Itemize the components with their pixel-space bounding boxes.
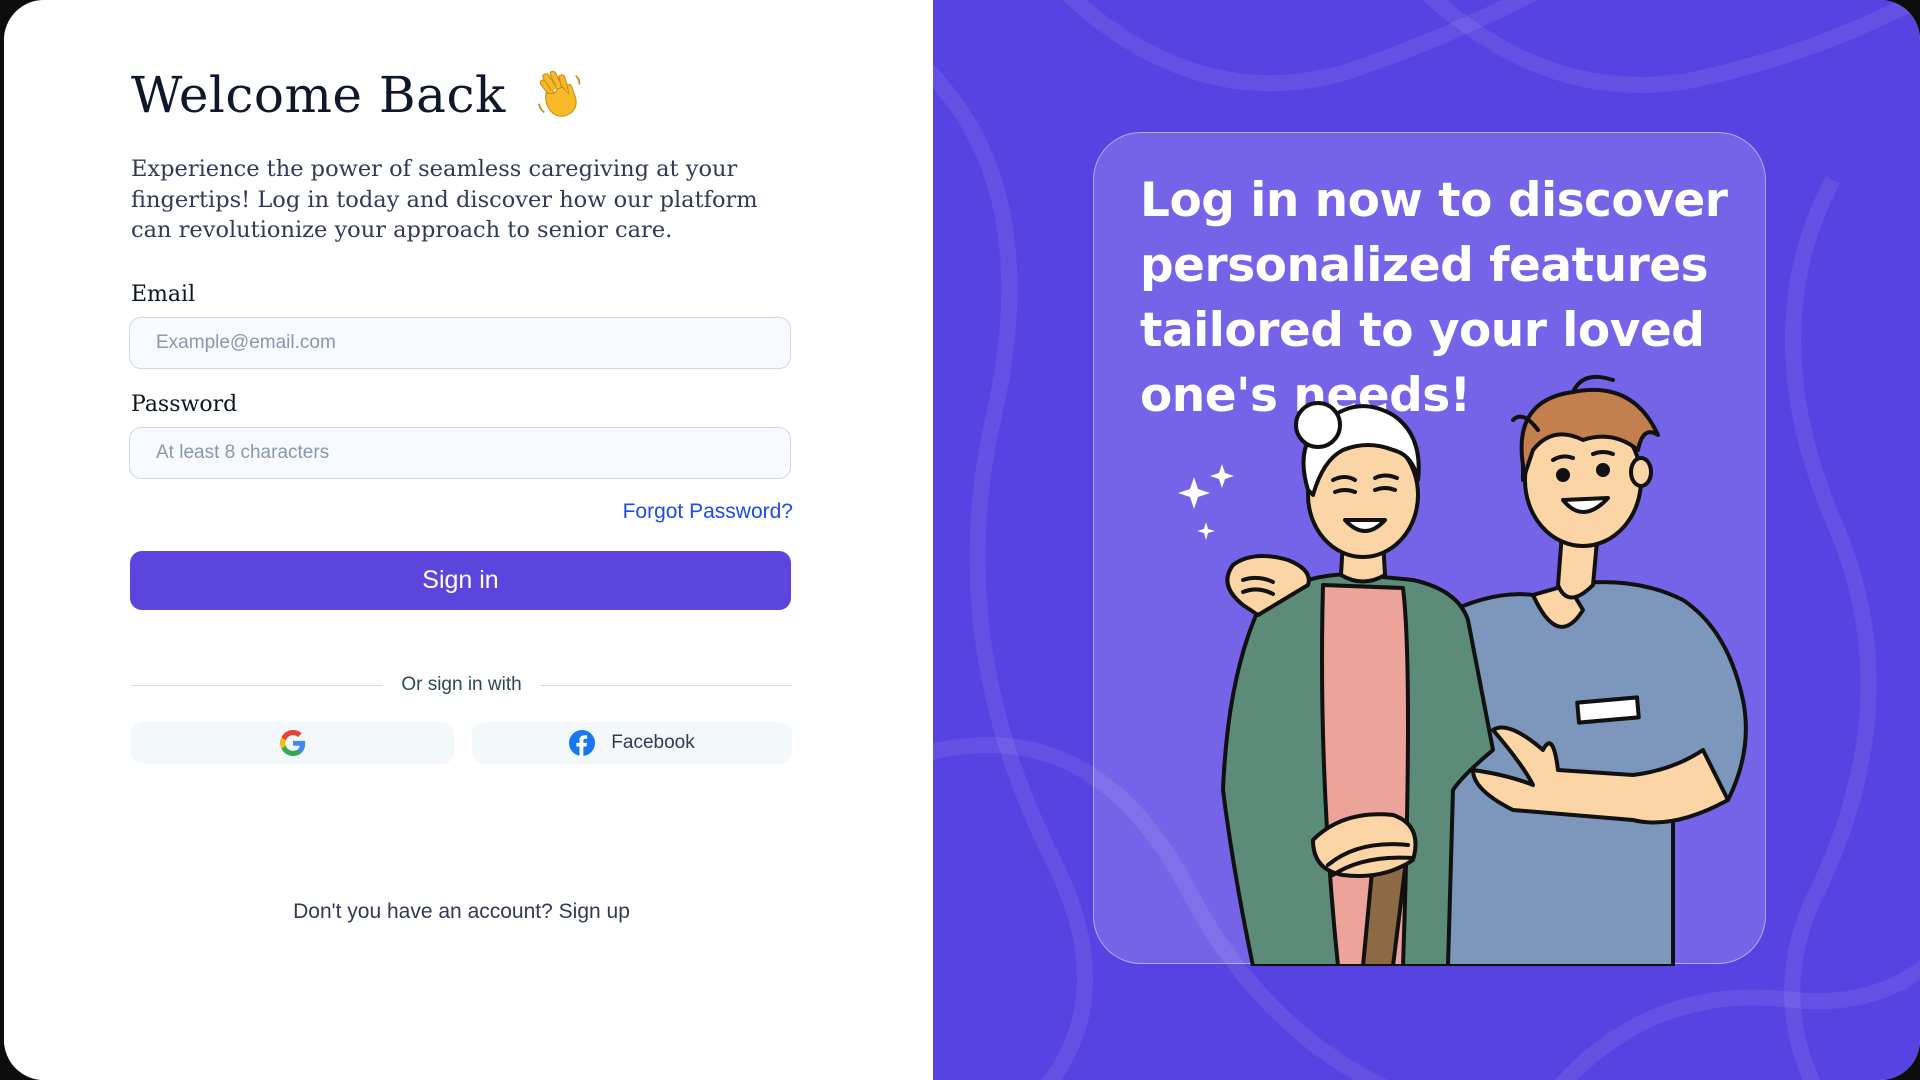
- password-label: Password: [131, 392, 238, 417]
- sign-in-button[interactable]: Sign in: [130, 551, 791, 610]
- app-window: Welcome Back Experience the power of sea…: [4, 0, 1920, 1080]
- email-field[interactable]: [129, 317, 791, 369]
- sign-up-link[interactable]: Sign up: [559, 900, 630, 923]
- divider-line-right: [539, 684, 792, 686]
- email-label: Email: [131, 282, 196, 307]
- caregiver-with-elderly-woman-illustration: [1178, 375, 1748, 966]
- facebook-icon: [569, 730, 596, 756]
- intro-text: Experience the power of seamless caregiv…: [131, 156, 758, 243]
- signup-prompt: Don't you have an account?: [293, 900, 553, 923]
- promo-panel: Log in now to discover personalized feat…: [933, 0, 1920, 1080]
- google-sign-in-button[interactable]: [131, 722, 454, 764]
- password-field[interactable]: [129, 427, 791, 479]
- title-row: Welcome Back: [131, 60, 588, 130]
- divider-text: Or sign in with: [401, 674, 522, 695]
- facebook-sign-in-button[interactable]: Facebook: [472, 722, 792, 764]
- sign-in-divider: Or sign in with: [131, 672, 792, 698]
- signup-row: Don't you have an account? Sign up: [131, 900, 792, 924]
- login-panel: Welcome Back Experience the power of sea…: [4, 0, 933, 1080]
- forgot-password-link[interactable]: Forgot Password?: [623, 500, 793, 524]
- waving-hand-icon: [537, 70, 581, 117]
- google-icon: [279, 730, 305, 756]
- facebook-label: Facebook: [611, 732, 695, 753]
- divider-line-left: [131, 684, 384, 686]
- page-title: Welcome Back: [131, 66, 506, 124]
